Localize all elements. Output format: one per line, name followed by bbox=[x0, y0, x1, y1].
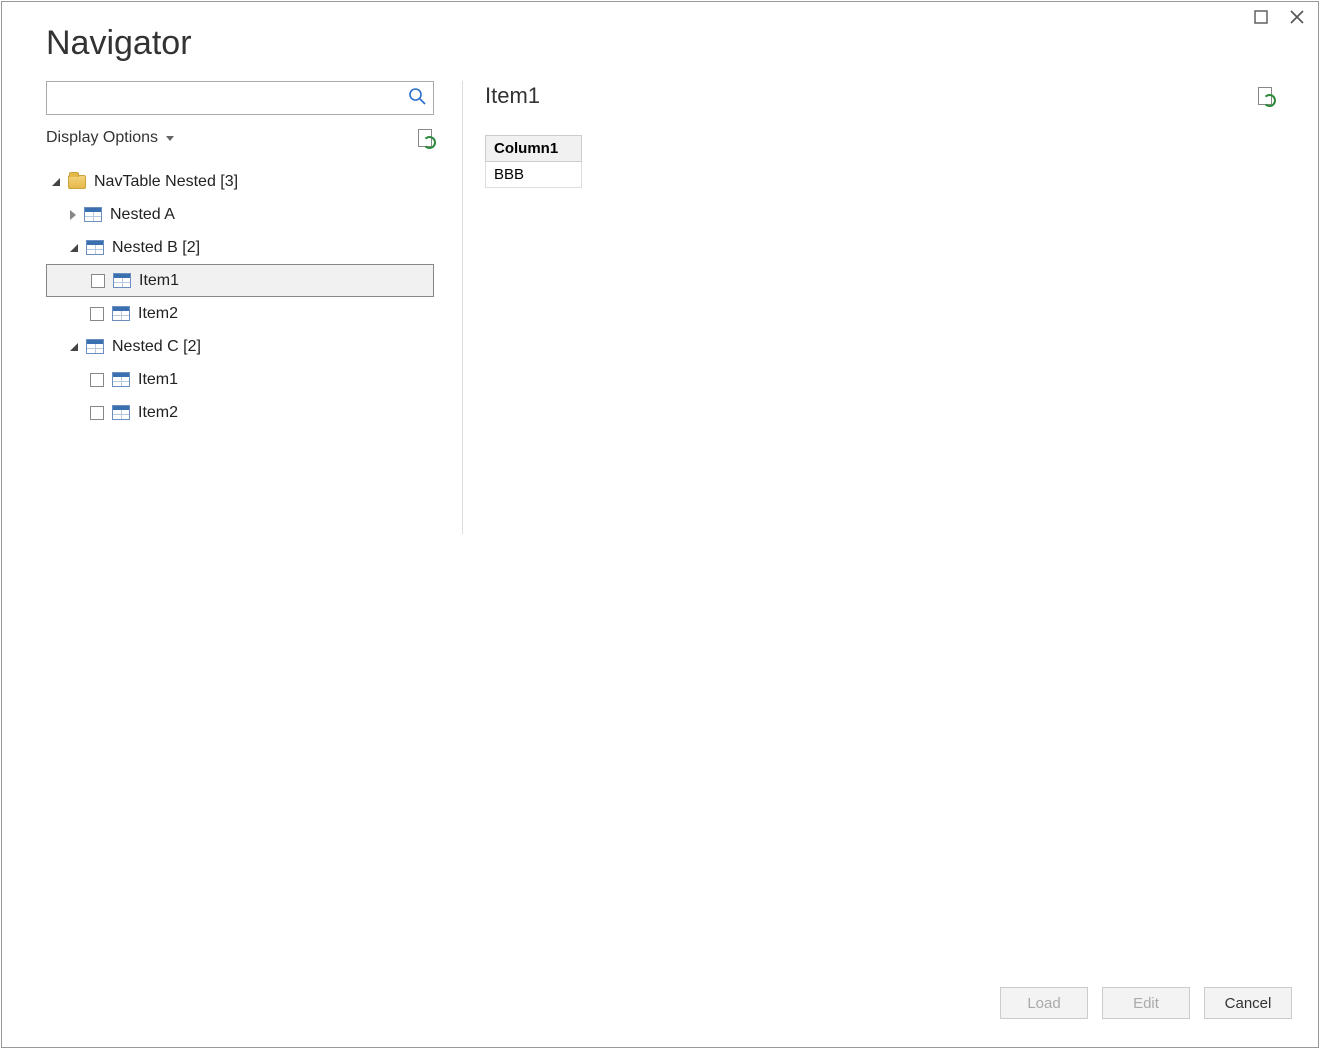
maximize-icon[interactable] bbox=[1254, 10, 1268, 29]
navigator-tree: NavTable Nested [3] Nested A Nested B [2… bbox=[46, 165, 434, 429]
table-icon bbox=[86, 240, 104, 255]
tree-item-nested-c-0[interactable]: Item1 bbox=[46, 363, 434, 396]
cancel-button[interactable]: Cancel bbox=[1204, 987, 1292, 1019]
collapse-icon[interactable] bbox=[70, 343, 78, 351]
table-cell: BBB bbox=[486, 162, 582, 188]
search-input[interactable] bbox=[46, 81, 434, 115]
preview-table: Column1 BBB bbox=[485, 135, 582, 188]
checkbox[interactable] bbox=[90, 406, 104, 420]
table-icon bbox=[112, 372, 130, 387]
table-icon bbox=[112, 306, 130, 321]
navigator-left-pane: Display Options NavTable Nested [3] Nest… bbox=[46, 81, 463, 534]
collapse-icon[interactable] bbox=[70, 244, 78, 252]
refresh-icon[interactable] bbox=[418, 129, 434, 147]
checkbox[interactable] bbox=[91, 274, 105, 288]
table-row[interactable]: BBB bbox=[486, 162, 582, 188]
tree-item-nested-b-0[interactable]: Item1 bbox=[46, 264, 434, 297]
table-icon bbox=[113, 273, 131, 288]
tree-item-label: Item1 bbox=[138, 371, 178, 389]
table-icon bbox=[86, 339, 104, 354]
chevron-down-icon bbox=[166, 136, 174, 141]
table-icon bbox=[112, 405, 130, 420]
tree-item-nested-c-1[interactable]: Item2 bbox=[46, 396, 434, 429]
checkbox[interactable] bbox=[90, 373, 104, 387]
close-icon[interactable] bbox=[1290, 10, 1304, 29]
tree-item-label: Item1 bbox=[139, 272, 179, 290]
display-options-label: Display Options bbox=[46, 129, 158, 147]
table-icon bbox=[84, 207, 102, 222]
folder-icon bbox=[68, 175, 86, 189]
collapse-icon[interactable] bbox=[52, 178, 60, 186]
dialog-footer: Load Edit Cancel bbox=[2, 987, 1318, 1047]
dialog-title: Navigator bbox=[2, 2, 1318, 81]
expand-icon[interactable] bbox=[70, 210, 76, 220]
tree-node-nested-b[interactable]: Nested B [2] bbox=[46, 231, 434, 264]
tree-node-nested-c[interactable]: Nested C [2] bbox=[46, 330, 434, 363]
column-header[interactable]: Column1 bbox=[486, 136, 582, 162]
navigator-dialog: Navigator Display Options bbox=[1, 1, 1319, 1048]
tree-node-label: Nested A bbox=[110, 206, 175, 224]
tree-node-nested-a[interactable]: Nested A bbox=[46, 198, 434, 231]
edit-button[interactable]: Edit bbox=[1102, 987, 1190, 1019]
tree-node-label: NavTable Nested [3] bbox=[94, 173, 238, 191]
display-options-dropdown[interactable]: Display Options bbox=[46, 129, 174, 147]
checkbox[interactable] bbox=[90, 307, 104, 321]
tree-item-label: Item2 bbox=[138, 305, 178, 323]
tree-node-label: Nested B [2] bbox=[112, 239, 200, 257]
tree-node-root[interactable]: NavTable Nested [3] bbox=[46, 165, 434, 198]
tree-item-label: Item2 bbox=[138, 404, 178, 422]
tree-item-nested-b-1[interactable]: Item2 bbox=[46, 297, 434, 330]
search-icon[interactable] bbox=[408, 87, 426, 110]
load-button[interactable]: Load bbox=[1000, 987, 1088, 1019]
tree-node-label: Nested C [2] bbox=[112, 338, 201, 356]
window-controls bbox=[1240, 2, 1318, 37]
preview-title: Item1 bbox=[485, 83, 540, 109]
preview-pane: Item1 Column1 BBB bbox=[463, 81, 1274, 534]
refresh-preview-icon[interactable] bbox=[1258, 87, 1274, 105]
